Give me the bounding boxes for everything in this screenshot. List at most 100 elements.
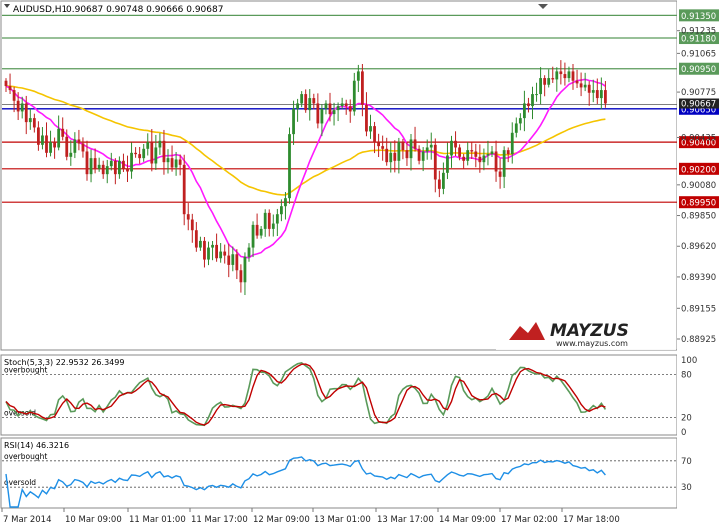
candle-down: [551, 78, 555, 80]
mayzus-watermark: MAYZUS www.mayzus.com: [496, 314, 676, 350]
candle-down: [113, 160, 117, 175]
level-label: 0.90950: [681, 65, 716, 75]
candle-up: [243, 256, 247, 283]
candle-down: [312, 98, 316, 104]
rsi-title: RSI(14) 46.3216: [4, 441, 69, 450]
candle-down: [134, 152, 137, 155]
candle-down: [178, 159, 182, 165]
candle-down: [413, 139, 417, 149]
candle-up: [300, 94, 304, 104]
candle-up: [118, 160, 121, 175]
candle-up: [49, 142, 52, 153]
candle-up: [130, 152, 133, 172]
candle-down: [373, 126, 376, 143]
trading-chart[interactable]: overbought oversold 100 80 20 0 overbought ove…: [0, 0, 720, 528]
candle-down: [85, 151, 89, 175]
candle-up: [259, 228, 263, 236]
candle-up: [446, 155, 449, 173]
candle-up: [288, 134, 291, 199]
candle-up: [547, 78, 551, 85]
candle-up: [352, 80, 356, 112]
time-tick-label: 13 Mar 17:00: [377, 515, 434, 525]
candle-down: [182, 164, 186, 215]
candle-down: [377, 142, 380, 147]
candle-up: [389, 152, 393, 163]
candle-up: [397, 142, 401, 161]
candle-down: [437, 179, 441, 189]
candle-up: [271, 223, 275, 229]
candle-down: [361, 71, 364, 105]
candle-up: [20, 103, 24, 112]
candle-up: [356, 71, 360, 81]
candle-up: [105, 166, 109, 175]
candle-down: [563, 74, 567, 79]
level-label: 0.90200: [681, 165, 716, 175]
candle-up: [324, 103, 328, 109]
candle-down: [579, 83, 583, 88]
candle-down: [498, 171, 502, 177]
candle-up: [73, 139, 77, 153]
candle-up: [442, 172, 445, 189]
candle-down: [571, 71, 575, 81]
candle-up: [425, 147, 429, 152]
chart-svg: overboughtoversold10080200 overboughtove…: [0, 0, 720, 525]
candle-up: [523, 103, 526, 119]
candle-up: [421, 151, 425, 161]
candle-down: [53, 142, 56, 148]
candle-down: [365, 104, 368, 132]
candle-up: [28, 118, 32, 123]
candle-up: [41, 135, 44, 145]
candle-up: [207, 247, 210, 260]
candle-up: [502, 150, 506, 177]
candle-down: [344, 103, 348, 107]
stoch-tick-label: 100: [681, 356, 697, 366]
candle-up: [429, 144, 433, 148]
price-tick-label: 0.89390: [681, 273, 716, 283]
candle-down: [37, 127, 40, 145]
candle-up: [275, 214, 279, 224]
time-tick-label: 11 Mar 01:00: [129, 515, 186, 525]
price-tick-label: 0.90435: [681, 133, 716, 143]
candle-down: [393, 152, 397, 161]
candle-up: [518, 118, 522, 124]
candle-down: [77, 139, 81, 144]
candle-down: [417, 148, 421, 161]
time-tick-label: 17 Mar 02:00: [501, 515, 558, 525]
candle-down: [194, 230, 198, 248]
candle-down: [304, 94, 308, 111]
candle-up: [57, 128, 61, 148]
watermark-brand: MAYZUS: [550, 321, 629, 341]
candle-up: [251, 224, 255, 248]
candle-down: [61, 128, 65, 137]
candle-down: [494, 151, 498, 172]
candle-up: [567, 71, 571, 79]
time-tick-label: 14 Mar 09:00: [439, 515, 496, 525]
candle-down: [462, 156, 466, 161]
current-price-label: 0.90667: [681, 100, 716, 110]
candle-down: [559, 71, 563, 75]
candle-down: [186, 214, 190, 220]
watermark-url: www.mayzus.com: [556, 339, 628, 348]
candle-down: [506, 150, 510, 155]
candle-down: [316, 103, 320, 124]
candle-down: [170, 158, 174, 168]
rsi-pane[interactable]: [0, 437, 678, 509]
candle-down: [93, 158, 97, 169]
candle-up: [369, 126, 372, 132]
time-tick-label: 12 Mar 09:00: [253, 515, 310, 525]
candle-up: [535, 94, 538, 96]
candle-up: [166, 158, 170, 163]
candle-down: [595, 90, 599, 99]
candle-down: [470, 150, 474, 152]
candle-up: [591, 90, 595, 93]
candle-down: [101, 164, 105, 175]
candle-down: [223, 251, 227, 256]
candle-down: [81, 143, 85, 152]
candle-up: [146, 142, 150, 149]
candle-down: [215, 244, 218, 259]
candle-down: [239, 270, 243, 283]
price-tick-label: 0.91065: [681, 49, 716, 59]
candle-down: [24, 103, 28, 123]
price-pane[interactable]: [0, 0, 678, 351]
candle-up: [284, 198, 287, 207]
